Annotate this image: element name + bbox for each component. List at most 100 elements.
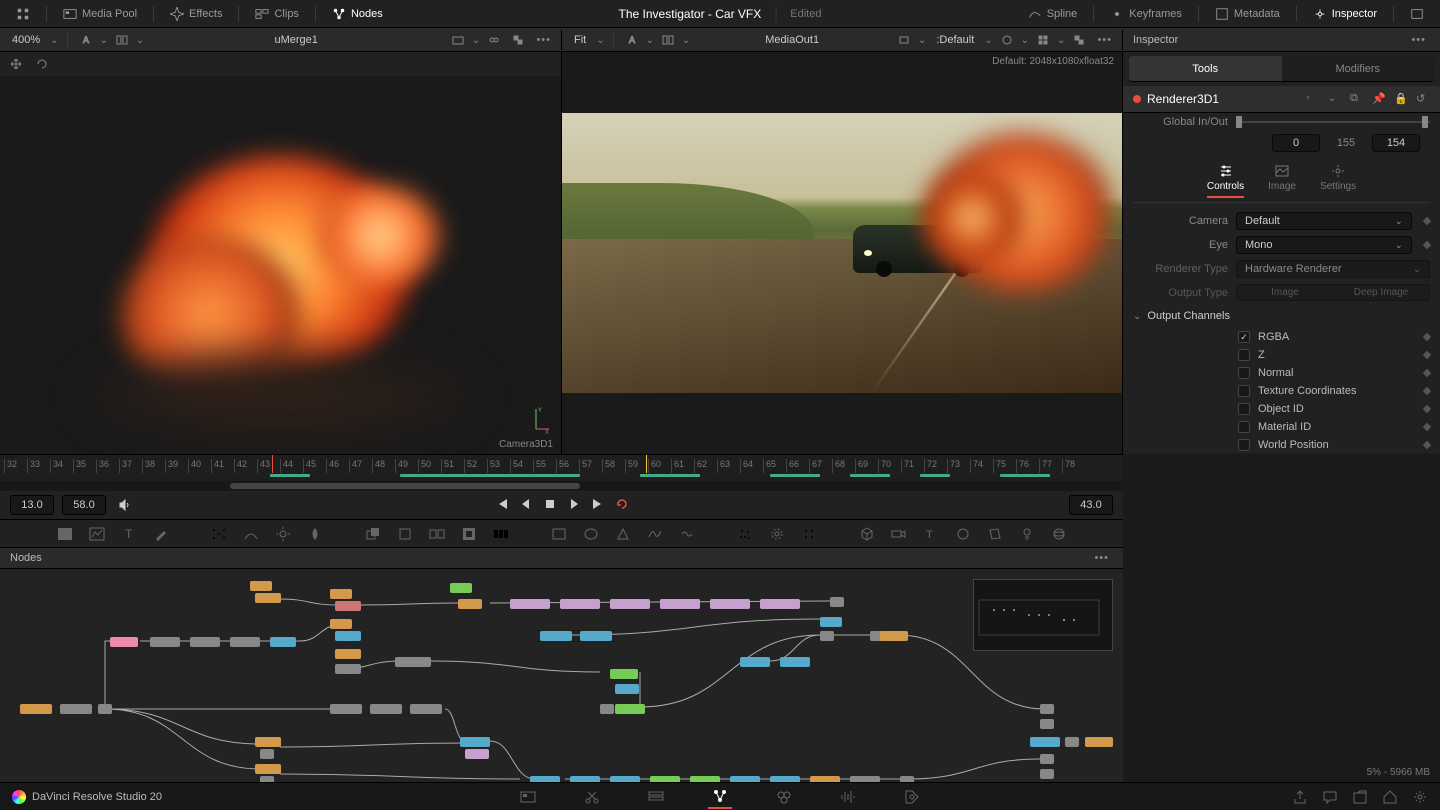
keyframe-icon[interactable] (1423, 241, 1431, 249)
colorcorrect-tool-icon[interactable] (242, 525, 260, 543)
channel-checkbox[interactable] (1238, 385, 1250, 397)
flow-node[interactable] (260, 749, 274, 759)
channel-tool-icon[interactable] (492, 525, 510, 543)
mask-poly-tool-icon[interactable] (614, 525, 632, 543)
flow-node[interactable] (1040, 769, 1054, 779)
step-back-button[interactable] (519, 497, 533, 514)
flow-node[interactable] (1040, 704, 1054, 714)
flow-node[interactable] (335, 649, 361, 659)
scrollbar-thumb[interactable] (230, 483, 580, 489)
blur-tool-icon[interactable] (306, 525, 324, 543)
page-color[interactable] (772, 785, 796, 809)
inspector-node-header[interactable]: Renderer3D1 ◦ ⧉ 📌 🔒 ↺ (1123, 86, 1440, 113)
chevron-down-icon[interactable] (596, 34, 604, 46)
tracker-tool-icon[interactable] (210, 525, 228, 543)
zoom-level[interactable]: 400% (6, 34, 46, 46)
global-out-field[interactable]: 154 (1372, 134, 1420, 152)
playhead-in-out[interactable] (646, 455, 647, 473)
channel-checkbox[interactable] (1238, 331, 1250, 343)
menu-dots-icon[interactable]: ••• (1090, 552, 1113, 564)
keyframe-icon[interactable] (1423, 387, 1431, 395)
flow-node[interactable] (335, 664, 361, 674)
eye-select[interactable]: Mono (1236, 236, 1412, 254)
chevron-down-icon[interactable] (918, 34, 926, 46)
mask-wand-tool-icon[interactable] (678, 525, 696, 543)
viewer-left-image[interactable]: Y X Camera3D1 (0, 76, 561, 454)
flow-node[interactable] (255, 593, 281, 603)
flow-node[interactable] (760, 599, 800, 609)
viewer-a-icon[interactable]: A (622, 30, 642, 50)
clips-button[interactable]: Clips (247, 3, 306, 25)
page-cut[interactable] (580, 785, 604, 809)
stop-button[interactable] (543, 497, 557, 514)
keyframes-button[interactable]: Keyframes (1102, 3, 1190, 25)
keyframe-icon[interactable] (1423, 441, 1431, 449)
flow-node[interactable] (740, 657, 770, 667)
fit-label[interactable]: Fit (568, 34, 592, 46)
image3d-tool-icon[interactable] (986, 525, 1004, 543)
go-start-button[interactable] (495, 497, 509, 514)
camera3d-tool-icon[interactable] (890, 525, 908, 543)
flow-node[interactable] (600, 704, 614, 714)
text3d-tool-icon[interactable]: T (922, 525, 940, 543)
flow-node[interactable] (190, 637, 220, 647)
flow-node[interactable] (330, 704, 362, 714)
page-edit[interactable] (644, 785, 668, 809)
menu-dots-icon[interactable]: ••• (532, 34, 555, 46)
spline-button[interactable]: Spline (1020, 3, 1086, 25)
transform-tool-icon[interactable] (396, 525, 414, 543)
flow-node[interactable] (510, 599, 550, 609)
export-icon[interactable] (1292, 789, 1308, 805)
stereo-icon[interactable] (484, 30, 504, 50)
flow-node[interactable] (820, 617, 842, 627)
chat-icon[interactable] (1322, 789, 1338, 805)
render3d-tool-icon[interactable] (1050, 525, 1068, 543)
global-in-field[interactable]: 0 (1272, 134, 1320, 152)
flow-node[interactable] (330, 589, 352, 599)
flow-node[interactable] (1085, 737, 1113, 747)
flow-node[interactable] (460, 737, 490, 747)
flow-node[interactable] (98, 704, 112, 714)
copy-icon[interactable]: ⧉ (1350, 92, 1364, 106)
flow-node[interactable] (540, 631, 572, 641)
flow-node[interactable] (410, 704, 442, 714)
flow-node[interactable] (615, 704, 645, 714)
flow-node[interactable] (450, 583, 472, 593)
flow-node[interactable] (250, 581, 272, 591)
globe-icon[interactable] (997, 30, 1017, 50)
subtab-controls[interactable]: Controls (1207, 163, 1244, 198)
mask-bspline-tool-icon[interactable] (646, 525, 664, 543)
background-tool-icon[interactable] (56, 525, 74, 543)
global-range-slider[interactable] (1236, 121, 1430, 123)
flow-node[interactable] (255, 764, 281, 774)
inspector-button[interactable]: Inspector (1305, 3, 1385, 25)
reset-icon[interactable]: ↺ (1416, 92, 1430, 106)
keyframe-icon[interactable] (1423, 369, 1431, 377)
chevron-down-icon[interactable] (100, 34, 108, 46)
flow-node[interactable] (20, 704, 52, 714)
flow-node[interactable] (1040, 754, 1054, 764)
home-icon[interactable] (1382, 789, 1398, 805)
go-end-button[interactable] (591, 497, 605, 514)
subtab-image[interactable]: Image (1268, 163, 1296, 198)
timeline-scrollbar[interactable] (0, 481, 1123, 491)
flow-node[interactable] (270, 637, 296, 647)
keyframe-icon[interactable] (1423, 405, 1431, 413)
flow-node[interactable] (1065, 737, 1079, 747)
split-view-icon[interactable] (112, 30, 132, 50)
zoom-chevron-icon[interactable] (50, 34, 58, 46)
flow-node[interactable] (335, 631, 361, 641)
settings-icon[interactable] (1412, 789, 1428, 805)
chevron-down-icon[interactable] (682, 34, 690, 46)
viewer-a-icon[interactable]: A (76, 30, 96, 50)
expand-button[interactable] (1402, 3, 1432, 25)
tab-tools[interactable]: Tools (1129, 56, 1282, 81)
chevron-down-icon[interactable] (136, 34, 144, 46)
flow-node[interactable] (820, 631, 834, 641)
subtab-settings[interactable]: Settings (1320, 163, 1356, 198)
flow-node[interactable] (465, 749, 489, 759)
chevron-down-icon[interactable] (1057, 34, 1065, 46)
matte-tool-icon[interactable] (460, 525, 478, 543)
effects-button[interactable]: Effects (162, 3, 230, 25)
split-view-icon[interactable] (658, 30, 678, 50)
